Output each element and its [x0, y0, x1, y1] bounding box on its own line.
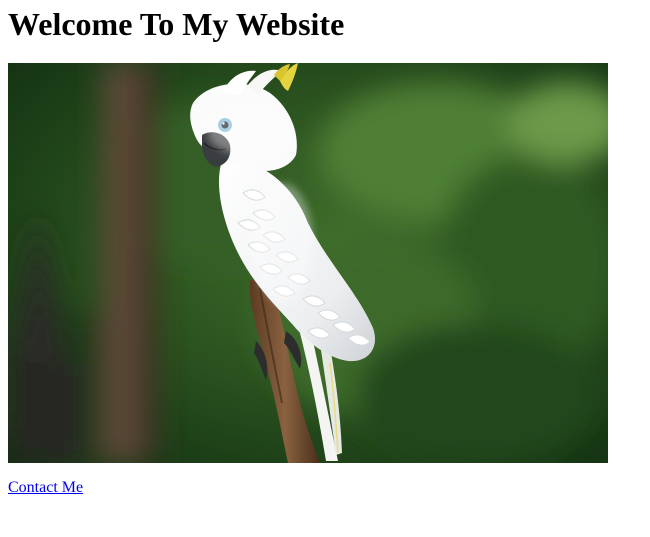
contact-me-link[interactable]: Contact Me: [8, 479, 83, 497]
cockatoo-photo: [8, 63, 608, 463]
page-title: Welcome To My Website: [8, 6, 345, 42]
